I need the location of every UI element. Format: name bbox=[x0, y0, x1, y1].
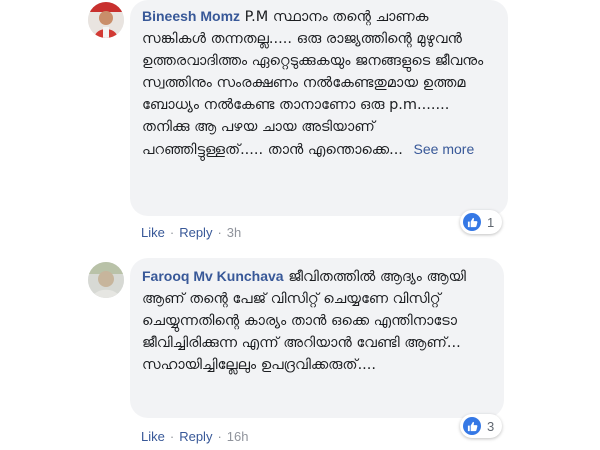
reaction-count: 1 bbox=[487, 214, 495, 230]
comment-author[interactable]: Bineesh Momz bbox=[142, 8, 240, 24]
comment-timestamp[interactable]: 3h bbox=[227, 225, 241, 240]
reply-button[interactable]: Reply bbox=[179, 429, 212, 444]
avatar-image bbox=[88, 2, 124, 38]
like-thumb-icon bbox=[463, 213, 481, 231]
comment-actions: Like · Reply · 3h bbox=[141, 225, 241, 240]
comment-text-block: Bineesh Momz P.M സ്ഥാനം തന്റെ ചാണക സങ്കി… bbox=[142, 5, 496, 161]
separator: · bbox=[169, 225, 175, 240]
comment-bubble: Farooq Mv Kunchava ജീവിതത്തിൽ ആദ്യം ആയി … bbox=[130, 258, 504, 418]
like-button[interactable]: Like bbox=[141, 429, 165, 444]
separator: · bbox=[217, 429, 222, 444]
like-thumb-icon bbox=[463, 417, 481, 435]
reaction-summary[interactable]: 3 bbox=[460, 414, 503, 438]
see-more-link[interactable]: See more bbox=[414, 141, 475, 157]
avatar[interactable] bbox=[88, 2, 124, 38]
comment-bubble: Bineesh Momz P.M സ്ഥാനം തന്റെ ചാണക സങ്കി… bbox=[130, 0, 508, 216]
reply-button[interactable]: Reply bbox=[179, 225, 212, 240]
reaction-summary[interactable]: 1 bbox=[460, 210, 503, 234]
comment-text: P.M സ്ഥാനം തന്റെ ചാണക സങ്കികൾ തന്നതല്ല..… bbox=[142, 9, 484, 158]
avatar[interactable] bbox=[88, 262, 124, 298]
separator: · bbox=[169, 429, 175, 444]
comment-timestamp[interactable]: 16h bbox=[227, 429, 249, 444]
avatar-image bbox=[88, 262, 124, 298]
like-button[interactable]: Like bbox=[141, 225, 165, 240]
comment-text: ജീവിതത്തിൽ ആദ്യം ആയി ആണ് തന്റെ പേജ് വിസി… bbox=[142, 269, 466, 373]
separator: · bbox=[217, 225, 222, 240]
comment-author[interactable]: Farooq Mv Kunchava bbox=[142, 268, 284, 284]
comment-actions: Like · Reply · 16h bbox=[141, 429, 249, 444]
reaction-count: 3 bbox=[487, 418, 495, 434]
comment-text-block: Farooq Mv Kunchava ജീവിതത്തിൽ ആദ്യം ആയി … bbox=[142, 265, 492, 376]
